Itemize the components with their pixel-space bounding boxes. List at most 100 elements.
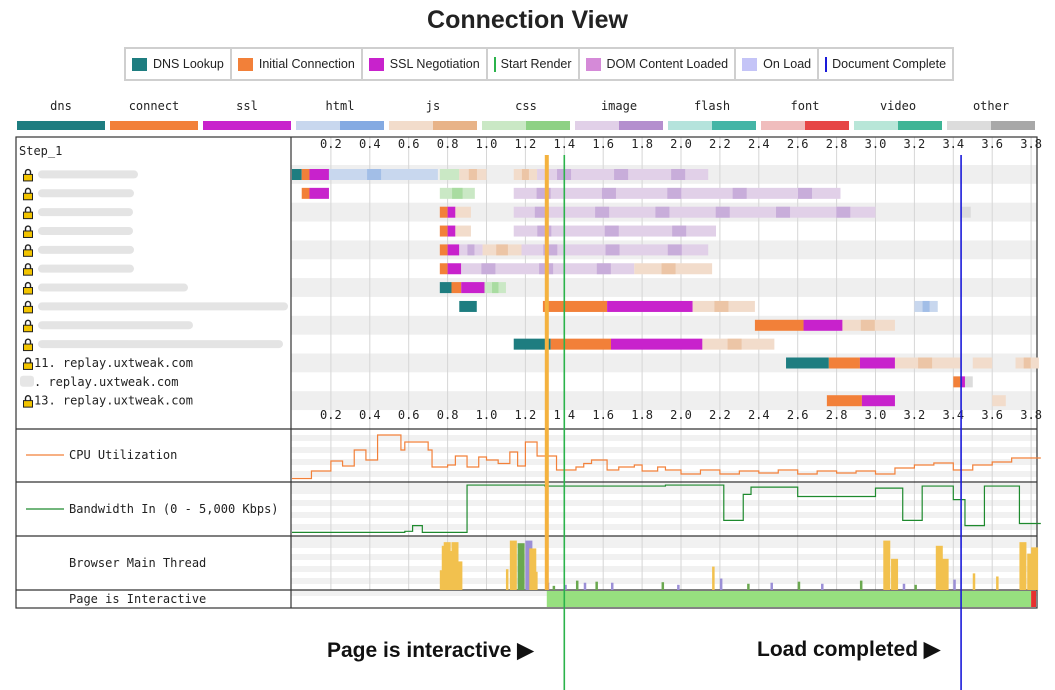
segment-connect — [953, 376, 962, 388]
metric-band-stripe — [291, 542, 1037, 548]
segment-download-image — [776, 206, 791, 218]
lock-body — [23, 192, 33, 201]
blurred-row-label — [38, 264, 134, 273]
tick-label-bottom: 2.4 — [748, 408, 770, 422]
tick-label: 0.4 — [359, 137, 381, 151]
metric-band-stripe — [291, 512, 1037, 518]
lock-shackle — [24, 338, 32, 345]
segment-download-image — [537, 225, 552, 237]
segment-js — [455, 206, 471, 218]
lock-icon — [23, 187, 33, 201]
segment-download-html — [922, 300, 930, 312]
tick-label: 3.4 — [942, 137, 964, 151]
segment-js — [972, 357, 993, 369]
interactive-bar — [546, 591, 1032, 607]
tick-label: 2.6 — [787, 137, 809, 151]
main-thread-bar — [902, 583, 906, 590]
segment-download-image — [671, 169, 686, 180]
segment-download-image — [732, 187, 747, 199]
tick-label-bottom: 1.2 — [515, 408, 537, 422]
main-thread-bar — [821, 583, 824, 590]
metric-band-stripe — [291, 566, 1037, 572]
segment-connect — [828, 357, 860, 369]
segment-ssl — [861, 395, 895, 407]
lock-shackle — [24, 168, 32, 175]
segment-download-image — [614, 169, 629, 180]
dom-content-loaded-marker — [544, 155, 549, 590]
lock-icon — [23, 206, 33, 220]
lock-shackle — [24, 263, 32, 269]
segment-other — [961, 206, 971, 218]
tick-label: 3.2 — [904, 137, 926, 151]
segment-ssl — [447, 225, 456, 237]
blurred-row-label — [38, 302, 288, 311]
metric-band-stripe — [291, 536, 1037, 542]
blurred-row-label — [38, 189, 134, 198]
lock-body — [23, 305, 33, 314]
blurred-row-label — [38, 245, 134, 254]
segment-download-image — [715, 206, 730, 218]
tick-label-bottom: 3.0 — [865, 408, 887, 422]
tick-label: 3.8 — [1020, 137, 1042, 151]
cpu-utilization-label: CPU Utilization — [69, 448, 177, 462]
segment-download-js — [1023, 357, 1031, 369]
page-interactive-label: Page is Interactive — [69, 592, 206, 606]
metric-band-stripe — [291, 435, 1037, 441]
lock-body — [23, 249, 33, 257]
play-arrow-icon: ▶ — [923, 638, 941, 661]
main-thread-bar — [677, 584, 680, 590]
segment-download-css — [452, 187, 463, 199]
segment-ssl — [803, 319, 843, 331]
tick-label: 1.0 — [476, 137, 498, 151]
segment-connect — [542, 300, 608, 312]
lock-body — [23, 324, 33, 333]
tick-label: 3.0 — [865, 137, 887, 151]
blocked-bar — [1031, 591, 1036, 607]
lock-shackle — [24, 225, 32, 231]
lock-icon — [23, 225, 33, 238]
segment-connect — [439, 263, 448, 275]
segment-connect — [550, 338, 611, 350]
segment-connect — [301, 169, 310, 180]
main-thread-bar — [459, 577, 462, 590]
tick-label: 0.2 — [320, 137, 342, 151]
load-completed-callout: Load completed ▶ — [757, 638, 941, 661]
segment-download-image — [467, 244, 475, 256]
segment-ssl — [447, 263, 462, 275]
metric-band-stripe — [291, 524, 1037, 530]
segment-download-js — [496, 244, 508, 256]
lock-shackle — [24, 357, 32, 363]
segment-ssl — [447, 206, 456, 218]
main-thread-label: Browser Main Thread — [69, 556, 206, 570]
segment-connect — [439, 244, 448, 256]
tick-label-bottom: 3.6 — [981, 408, 1003, 422]
row-stripe — [291, 278, 1037, 297]
segment-download-image — [798, 187, 813, 199]
main-thread-bar — [610, 582, 614, 590]
main-thread-bar — [575, 580, 579, 590]
blurred-row-label — [38, 321, 193, 330]
segment-download-image — [601, 187, 616, 199]
segment-download-image — [672, 225, 687, 237]
lock-shackle — [24, 395, 32, 401]
main-thread-bar — [583, 582, 587, 590]
lock-icon — [23, 338, 33, 352]
segment-ssl — [309, 169, 329, 180]
main-thread-bar — [859, 580, 863, 590]
segment-download-html — [367, 169, 382, 180]
segment-download-js — [468, 169, 477, 180]
segment-download-js — [661, 263, 676, 275]
lock-shackle — [24, 281, 32, 288]
tick-label: 2.2 — [709, 137, 731, 151]
segment-download-js — [727, 338, 742, 350]
segment-download-image — [667, 187, 682, 199]
main-thread-bar — [535, 571, 538, 590]
lock-icon — [23, 244, 33, 257]
segment-css — [439, 169, 460, 180]
lock-icon — [23, 281, 33, 295]
row-label: . replay.uxtweak.com — [34, 375, 179, 389]
play-arrow-icon: ▶ — [517, 639, 534, 662]
lock-body — [23, 211, 33, 220]
segment-html — [328, 169, 438, 180]
segment-dns — [459, 300, 477, 312]
